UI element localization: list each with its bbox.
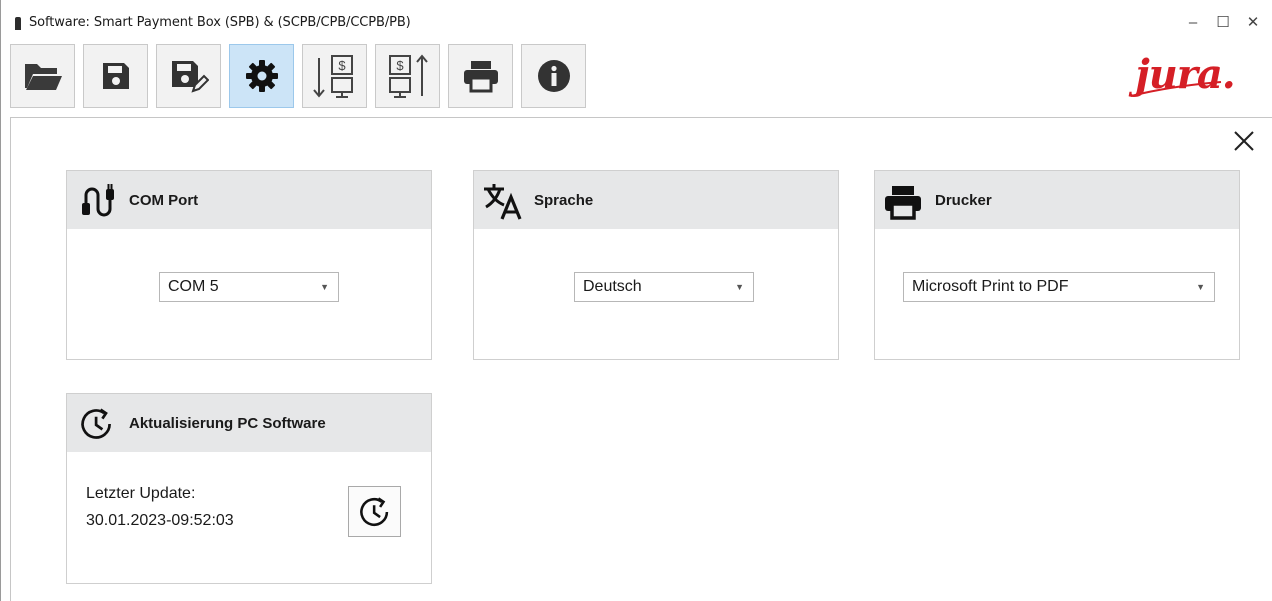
upload-prices-button[interactable]: $	[375, 44, 440, 108]
save-icon	[102, 63, 129, 89]
language-value: Deutsch	[583, 278, 642, 295]
info-icon	[537, 60, 570, 92]
printer-panel: Drucker Microsoft Print to PDF ▼	[874, 170, 1240, 360]
save-as-icon	[171, 61, 209, 93]
save-button[interactable]	[83, 44, 148, 108]
update-header: Aktualisierung PC Software	[67, 394, 431, 452]
settings-button[interactable]	[229, 44, 294, 108]
close-settings-icon[interactable]	[1231, 128, 1257, 154]
content-border	[10, 117, 11, 601]
gear-icon	[245, 60, 278, 92]
com-port-value: COM 5	[168, 278, 219, 295]
update-button[interactable]	[348, 486, 401, 537]
cable-icon	[82, 184, 114, 217]
language-panel: Sprache Deutsch ▼	[473, 170, 839, 360]
svg-text:jura.: jura.	[1128, 51, 1234, 98]
print-button[interactable]	[448, 44, 513, 108]
chevron-down-icon: ▼	[735, 282, 744, 292]
info-button[interactable]	[521, 44, 586, 108]
printer-icon	[885, 186, 921, 220]
title-bar: Software: Smart Payment Box (SPB) & (SCP…	[1, 0, 1272, 36]
maximize-button[interactable]: ☐	[1209, 12, 1237, 32]
jura-logo: jura.	[1128, 51, 1235, 98]
language-title: Sprache	[534, 192, 594, 209]
com-port-title: COM Port	[129, 192, 199, 209]
printer-select[interactable]: Microsoft Print to PDF ▼	[903, 272, 1215, 302]
translate-icon	[484, 184, 522, 220]
last-update-value: 30.01.2023-09:52:03	[86, 512, 234, 529]
svg-text:$: $	[338, 58, 346, 73]
svg-text:$: $	[396, 58, 404, 73]
save-as-button[interactable]	[156, 44, 221, 108]
download-prices-button[interactable]: $	[302, 44, 367, 108]
window-title: Software: Smart Payment Box (SPB) & (SCP…	[29, 15, 411, 30]
com-port-header: COM Port	[67, 171, 431, 229]
printer-header: Drucker	[875, 171, 1239, 229]
last-update-label: Letzter Update:	[86, 485, 196, 502]
open-file-button[interactable]	[10, 44, 75, 108]
update-history-icon	[81, 408, 111, 439]
language-header: Sprache	[474, 171, 838, 229]
language-select[interactable]: Deutsch ▼	[574, 272, 754, 302]
com-port-panel: COM Port COM 5 ▼	[66, 170, 432, 360]
download-price-icon: $	[312, 55, 353, 98]
com-port-select[interactable]: COM 5 ▼	[159, 272, 339, 302]
update-panel: Aktualisierung PC Software Letzter Updat…	[66, 393, 432, 584]
app-icon	[15, 17, 21, 30]
update-history-icon	[359, 496, 388, 526]
printer-title: Drucker	[935, 192, 992, 209]
minimize-button[interactable]: –	[1179, 12, 1207, 32]
upload-price-icon: $	[388, 54, 428, 98]
folder-open-icon	[24, 64, 62, 90]
chevron-down-icon: ▼	[1196, 282, 1205, 292]
update-title: Aktualisierung PC Software	[129, 415, 326, 432]
printer-icon	[463, 61, 498, 93]
window-close-button[interactable]: ✕	[1239, 12, 1267, 32]
app-window: Software: Smart Payment Box (SPB) & (SCP…	[0, 0, 1272, 601]
chevron-down-icon: ▼	[320, 282, 329, 292]
toolbar-divider	[10, 117, 1272, 118]
printer-value: Microsoft Print to PDF	[912, 278, 1069, 295]
